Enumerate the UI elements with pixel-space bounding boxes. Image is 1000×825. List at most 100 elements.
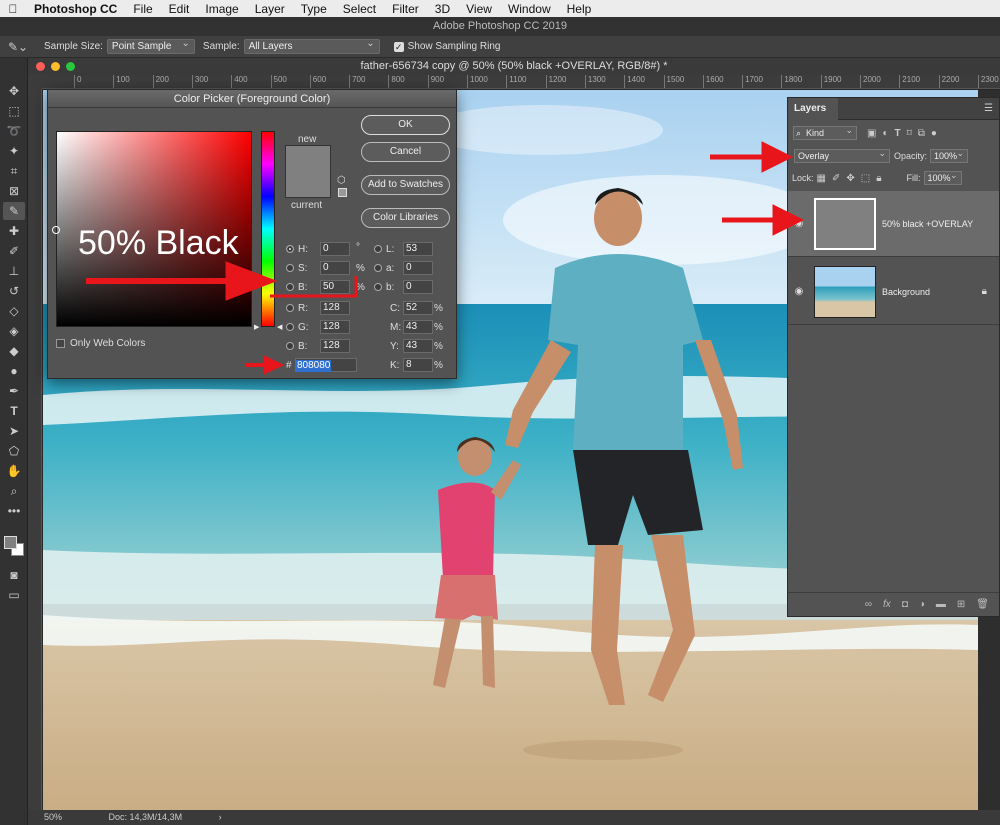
- only-web-colors-checkbox[interactable]: Only Web Colors: [56, 338, 145, 349]
- more-tools-icon[interactable]: •••: [3, 502, 25, 520]
- ruler-origin[interactable]: [28, 75, 42, 89]
- filter-type-icon[interactable]: T: [895, 128, 901, 139]
- red-radio[interactable]: [286, 304, 294, 312]
- eraser-tool-icon[interactable]: ◇: [3, 302, 25, 320]
- lock-image-icon[interactable]: ✐: [832, 173, 840, 184]
- saturation-radio[interactable]: [286, 264, 294, 272]
- status-chevron-icon[interactable]: ›: [219, 812, 222, 822]
- filter-toggle-icon[interactable]: ●: [931, 128, 937, 139]
- fill-input[interactable]: 100%: [923, 169, 962, 185]
- menu-help[interactable]: Help: [559, 2, 600, 16]
- vertical-ruler[interactable]: [28, 89, 42, 811]
- apple-icon[interactable]: : [0, 2, 26, 16]
- lab-l-radio[interactable]: [374, 245, 382, 253]
- lock-position-icon[interactable]: ✥: [846, 173, 854, 184]
- magic-wand-tool-icon[interactable]: ✦: [3, 142, 25, 160]
- kind-filter-select[interactable]: ⌕ Kind: [793, 124, 857, 140]
- filter-shape-icon[interactable]: ⌑: [907, 128, 912, 139]
- window-zoom-icon[interactable]: [66, 62, 75, 71]
- stamp-tool-icon[interactable]: ⊥: [3, 262, 25, 280]
- lab-a-input[interactable]: 0: [403, 261, 433, 275]
- quick-mask-icon[interactable]: ◙: [3, 566, 25, 584]
- layer-50-black-overlay[interactable]: ◉ 50% black +OVERLAY: [788, 191, 999, 257]
- eyedropper-tool-icon[interactable]: ✎⌄: [0, 40, 36, 54]
- delete-layer-icon[interactable]: 🗑︎: [976, 599, 989, 610]
- dodge-tool-icon[interactable]: ●: [3, 362, 25, 380]
- hand-tool-icon[interactable]: ✋: [3, 462, 25, 480]
- brightness-radio[interactable]: [286, 283, 294, 291]
- new-group-icon[interactable]: ▬: [936, 599, 946, 610]
- filter-pixel-icon[interactable]: ▣: [867, 128, 876, 139]
- screen-mode-icon[interactable]: ▭: [3, 586, 25, 604]
- lock-transparent-icon[interactable]: ▦: [817, 173, 826, 184]
- pen-tool-icon[interactable]: ✒: [3, 382, 25, 400]
- layer-name[interactable]: 50% black +OVERLAY: [882, 219, 999, 229]
- sampling-ring-checkbox[interactable]: ✓: [393, 41, 404, 52]
- blue-radio[interactable]: [286, 342, 294, 350]
- lasso-tool-icon[interactable]: ➰: [3, 122, 25, 140]
- websafe-swatch-icon[interactable]: [338, 188, 347, 197]
- path-selection-icon[interactable]: ➤: [3, 422, 25, 440]
- panel-menu-icon[interactable]: ☰: [984, 103, 993, 114]
- menu-filter[interactable]: Filter: [384, 2, 427, 16]
- window-close-icon[interactable]: [36, 62, 45, 71]
- type-tool-icon[interactable]: T: [3, 402, 25, 420]
- lab-l-input[interactable]: 53: [403, 242, 433, 256]
- adjustment-layer-icon[interactable]: ◑: [919, 599, 925, 610]
- history-brush-icon[interactable]: ↺: [3, 282, 25, 300]
- paint-bucket-icon[interactable]: ◈: [3, 322, 25, 340]
- sample-select[interactable]: All Layers: [243, 37, 380, 54]
- lab-b-radio[interactable]: [374, 283, 382, 291]
- cyan-input[interactable]: 52: [403, 301, 433, 315]
- yellow-input[interactable]: 43: [403, 339, 433, 353]
- filter-adjustment-icon[interactable]: ◐: [882, 128, 888, 139]
- blur-tool-icon[interactable]: ◆: [3, 342, 25, 360]
- filter-smart-object-icon[interactable]: ⧉: [918, 128, 925, 139]
- crop-tool-icon[interactable]: ⌗: [3, 162, 25, 180]
- lock-artboard-icon[interactable]: ⬚: [861, 173, 870, 184]
- hue-slider[interactable]: [261, 131, 275, 327]
- zoom-tool-icon[interactable]: ⌕: [3, 482, 25, 500]
- new-layer-icon[interactable]: ⊞: [957, 599, 965, 610]
- marquee-tool-icon[interactable]: ⬚: [3, 102, 25, 120]
- cancel-button[interactable]: Cancel: [361, 142, 450, 162]
- add-mask-icon[interactable]: ◘: [902, 599, 908, 610]
- menu-layer[interactable]: Layer: [247, 2, 293, 16]
- menu-file[interactable]: File: [125, 2, 160, 16]
- lock-all-icon[interactable]: 🔒︎: [876, 173, 881, 184]
- blue-input[interactable]: 128: [320, 339, 350, 353]
- green-input[interactable]: 128: [320, 320, 350, 334]
- menu-3d[interactable]: 3D: [427, 2, 458, 16]
- lab-a-radio[interactable]: [374, 264, 382, 272]
- hue-slider-arrow-icon[interactable]: ▶: [254, 323, 259, 331]
- hue-input[interactable]: 0: [320, 242, 350, 256]
- red-input[interactable]: 128: [320, 301, 350, 315]
- foreground-color-swatch[interactable]: [4, 536, 17, 549]
- menu-view[interactable]: View: [458, 2, 500, 16]
- visibility-eye-icon[interactable]: ◉: [788, 286, 810, 297]
- menu-app-name[interactable]: Photoshop CC: [26, 2, 125, 16]
- ok-button[interactable]: OK: [361, 115, 450, 135]
- frame-tool-icon[interactable]: ⊠: [3, 182, 25, 200]
- window-minimize-icon[interactable]: [51, 62, 60, 71]
- hex-input[interactable]: 808080: [295, 358, 357, 372]
- color-libraries-button[interactable]: Color Libraries: [361, 208, 450, 228]
- link-layers-icon[interactable]: ∞: [865, 599, 872, 610]
- layer-background[interactable]: ◉ Background 🔒︎: [788, 259, 999, 325]
- black-input[interactable]: 8: [403, 358, 433, 372]
- brightness-input[interactable]: 50: [320, 280, 350, 294]
- sample-size-select[interactable]: Point Sample: [106, 37, 195, 54]
- shape-tool-icon[interactable]: ⬠: [3, 442, 25, 460]
- layer-name[interactable]: Background: [882, 287, 982, 297]
- lab-b-input[interactable]: 0: [403, 280, 433, 294]
- layer-effects-icon[interactable]: fx: [883, 599, 891, 610]
- tab-layers[interactable]: Layers: [788, 98, 838, 120]
- brush-tool-icon[interactable]: ✐: [3, 242, 25, 260]
- move-tool-icon[interactable]: ✥: [3, 82, 25, 100]
- layer-lock-icon[interactable]: 🔒︎: [982, 286, 987, 297]
- gamut-cube-icon[interactable]: ⬡: [337, 175, 346, 186]
- menu-image[interactable]: Image: [197, 2, 246, 16]
- menu-select[interactable]: Select: [335, 2, 384, 16]
- menu-edit[interactable]: Edit: [161, 2, 198, 16]
- opacity-input[interactable]: 100%: [930, 147, 969, 163]
